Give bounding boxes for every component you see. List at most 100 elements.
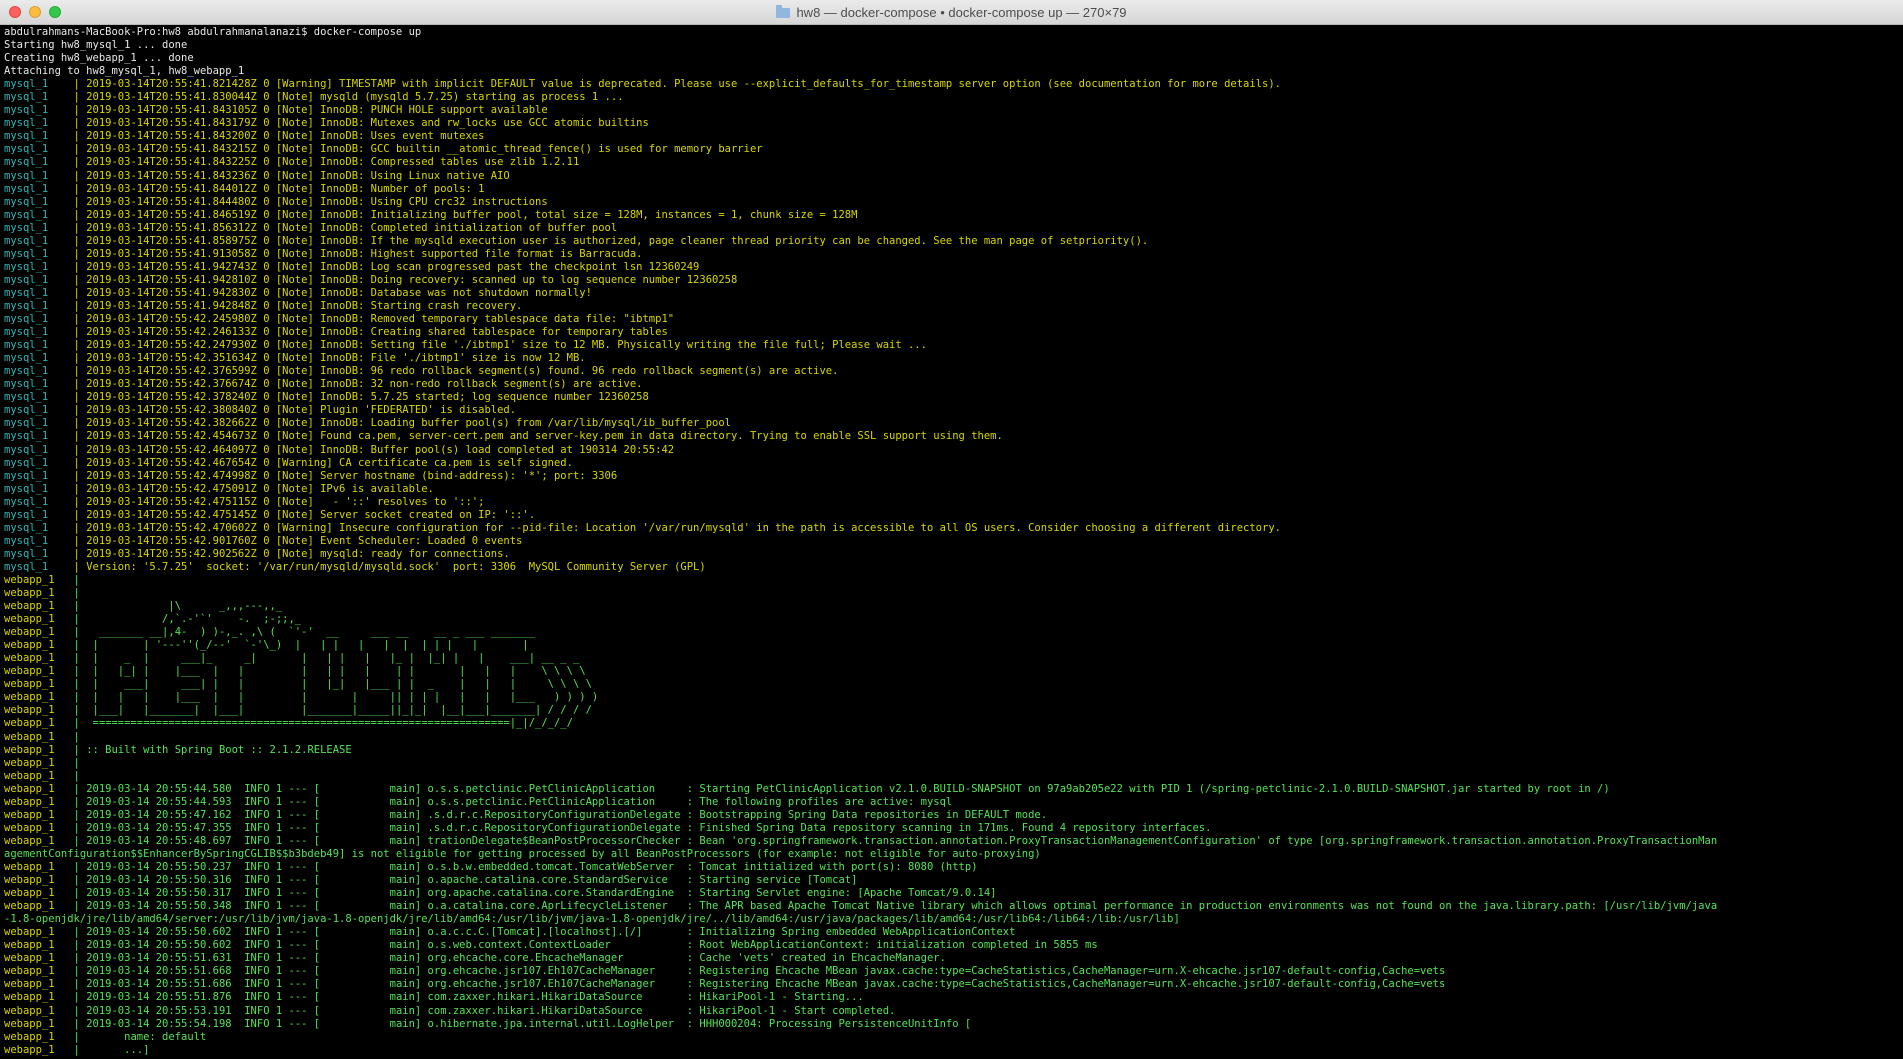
log-message: | 2019-03-14 20:55:47.355 INFO 1 --- [ m… [73,821,1212,834]
log-message: | :: Built with Spring Boot :: 2.1.2.REL… [73,743,352,756]
terminal-line: webapp_1 | 2019-03-14 20:55:50.602 INFO … [4,926,1884,939]
service-prefix: webapp_1 [4,834,55,847]
service-prefix: webapp_1 [4,769,55,782]
service-prefix: mysql_1 [4,352,55,365]
terminal-line: mysql_1 | 2019-03-14T20:55:41.942810Z 0 … [4,274,1884,287]
folder-icon [776,5,791,18]
terminal-line: mysql_1 | 2019-03-14T20:55:42.245980Z 0 … [4,313,1884,326]
log-message: | 2019-03-14T20:55:42.376674Z 0 [Note] I… [73,378,643,391]
terminal-line: webapp_1 | name: default [4,1031,1884,1044]
log-message: | 2019-03-14T20:55:42.901760Z 0 [Note] E… [73,534,523,547]
terminal-line: webapp_1 | 2019-03-14 20:55:50.348 INFO … [4,900,1884,913]
terminal-line: mysql_1 | 2019-03-14T20:55:41.843105Z 0 … [4,104,1884,117]
log-message: | 2019-03-14T20:55:41.858975Z 0 [Note] I… [73,234,1149,247]
terminal-line: webapp_1 | 2019-03-14 20:55:51.686 INFO … [4,978,1884,991]
log-message: | ...] [73,1043,150,1056]
terminal-line: abdulrahmans-MacBook-Pro:hw8 abdulrahman… [4,26,1884,39]
service-prefix: mysql_1 [4,547,55,560]
terminal-line: mysql_1 | 2019-03-14T20:55:42.475145Z 0 … [4,509,1884,522]
service-prefix: mysql_1 [4,234,55,247]
service-prefix: webapp_1 [4,991,55,1004]
service-prefix: mysql_1 [4,339,55,352]
service-prefix: mysql_1 [4,560,55,573]
log-message: | 2019-03-14 20:55:48.697 INFO 1 --- [ m… [73,834,1718,847]
service-prefix: mysql_1 [4,156,55,169]
service-prefix: webapp_1 [4,639,55,652]
service-prefix: webapp_1 [4,665,55,678]
log-message: | 2019-03-14T20:55:41.942830Z 0 [Note] I… [73,286,592,299]
service-prefix: mysql_1 [4,443,55,456]
service-prefix: webapp_1 [4,652,55,665]
terminal-line: mysql_1 | 2019-03-14T20:55:41.942743Z 0 … [4,261,1884,274]
terminal-line: mysql_1 | 2019-03-14T20:55:41.858975Z 0 … [4,235,1884,248]
terminal-line: webapp_1 | [4,770,1884,783]
log-message: | 2019-03-14T20:55:42.378240Z 0 [Note] I… [73,391,649,404]
terminal-line: mysql_1 | 2019-03-14T20:55:41.843179Z 0 … [4,117,1884,130]
service-prefix: webapp_1 [4,613,55,626]
terminal-line: mysql_1 | 2019-03-14T20:55:42.475115Z 0 … [4,496,1884,509]
service-prefix: mysql_1 [4,221,55,234]
log-message: | 2019-03-14T20:55:42.246133Z 0 [Note] I… [73,326,668,339]
terminal-line: webapp_1 | |___| |_______| |___| |______… [4,704,1884,717]
log-message: -1.8-openjdk/jre/lib/amd64/server:/usr/l… [4,913,1180,926]
terminal-line: mysql_1 | 2019-03-14T20:55:42.376599Z 0 … [4,365,1884,378]
log-message: | 2019-03-14T20:55:41.846519Z 0 [Note] I… [73,208,858,221]
title-bar[interactable]: hw8 — docker-compose • docker-compose up… [0,0,1903,25]
terminal-line: mysql_1 | 2019-03-14T20:55:41.843200Z 0 … [4,130,1884,143]
log-message: abdulrahmans-MacBook-Pro:hw8 abdulrahman… [4,26,422,38]
service-prefix: webapp_1 [4,717,55,730]
service-prefix: mysql_1 [4,430,55,443]
service-prefix: webapp_1 [4,626,55,639]
log-message: | |___| |_______| |___| |_______|_____||… [73,704,592,717]
log-message: | |\ _,,,---,,_ [73,600,283,613]
service-prefix: webapp_1 [4,730,55,743]
service-prefix: webapp_1 [4,795,55,808]
service-prefix: mysql_1 [4,521,55,534]
terminal-line: mysql_1 | 2019-03-14T20:55:42.378240Z 0 … [4,391,1884,404]
log-message: | 2019-03-14T20:55:42.475115Z 0 [Note] -… [73,495,485,508]
service-prefix: mysql_1 [4,404,55,417]
terminal-line: webapp_1 | /,`.-'`' -. ;-;;,_ [4,613,1884,626]
log-message: | 2019-03-14T20:55:42.475145Z 0 [Note] S… [73,508,536,521]
service-prefix: webapp_1 [4,1043,55,1056]
terminal-line: webapp_1 | | | | |___ | | | | || | | | |… [4,691,1884,704]
terminal-line: mysql_1 | 2019-03-14T20:55:42.376674Z 0 … [4,378,1884,391]
terminal-line: mysql_1 | Version: '5.7.25' socket: '/va… [4,561,1884,574]
log-message: | 2019-03-14T20:55:42.382662Z 0 [Note] I… [73,417,731,430]
terminal-output[interactable]: abdulrahmans-MacBook-Pro:hw8 abdulrahman… [4,26,1884,1056]
terminal-line: webapp_1 | :: Built with Spring Boot :: … [4,744,1884,757]
terminal-line: mysql_1 | 2019-03-14T20:55:41.942848Z 0 … [4,300,1884,313]
terminal-line: webapp_1 | 2019-03-14 20:55:44.593 INFO … [4,796,1884,809]
terminal-line: mysql_1 | 2019-03-14T20:55:41.844012Z 0 … [4,183,1884,196]
log-message: | 2019-03-14T20:55:41.821428Z 0 [Warning… [73,78,1281,91]
terminal-line: webapp_1 | 2019-03-14 20:55:48.697 INFO … [4,835,1884,848]
terminal-line: Attaching to hw8_mysql_1, hw8_webapp_1 [4,65,1884,78]
log-message: | 2019-03-14T20:55:41.843225Z 0 [Note] I… [73,156,580,169]
service-prefix: webapp_1 [4,965,55,978]
log-message: | 2019-03-14T20:55:41.843236Z 0 [Note] I… [73,169,510,182]
log-message: | 2019-03-14 20:55:50.316 INFO 1 --- [ m… [73,874,858,887]
service-prefix: mysql_1 [4,417,55,430]
service-prefix: webapp_1 [4,939,55,952]
log-message: | 2019-03-14T20:55:42.475091Z 0 [Note] I… [73,482,434,495]
log-message: | [73,587,80,600]
terminal-line: webapp_1 | [4,731,1884,744]
terminal-line: mysql_1 | 2019-03-14T20:55:41.843236Z 0 … [4,170,1884,183]
log-message: | 2019-03-14 20:55:50.602 INFO 1 --- [ m… [73,926,1016,939]
service-prefix: mysql_1 [4,208,55,221]
terminal-line: mysql_1 | 2019-03-14T20:55:42.470602Z 0 … [4,522,1884,535]
log-message: | 2019-03-14T20:55:41.843179Z 0 [Note] I… [73,117,649,130]
service-prefix: mysql_1 [4,391,55,404]
service-prefix: webapp_1 [4,691,55,704]
service-prefix: mysql_1 [4,273,55,286]
window-title-text: hw8 — docker-compose • docker-compose up… [796,5,1127,20]
log-message: | 2019-03-14T20:55:41.843215Z 0 [Note] I… [73,143,763,156]
log-message: | 2019-03-14T20:55:41.843105Z 0 [Note] I… [73,104,548,117]
service-prefix: webapp_1 [4,704,55,717]
service-prefix: webapp_1 [4,874,55,887]
terminal-line: mysql_1 | 2019-03-14T20:55:42.351634Z 0 … [4,352,1884,365]
log-message: | _______ __|,4- ) )-,_. ,\ ( `'-' __ __… [73,626,536,639]
log-message: | 2019-03-14T20:55:41.843200Z 0 [Note] I… [73,130,485,143]
log-message: | Version: '5.7.25' socket: '/var/run/my… [73,560,706,573]
log-message: | 2019-03-14 20:55:51.668 INFO 1 --- [ m… [73,965,1446,978]
